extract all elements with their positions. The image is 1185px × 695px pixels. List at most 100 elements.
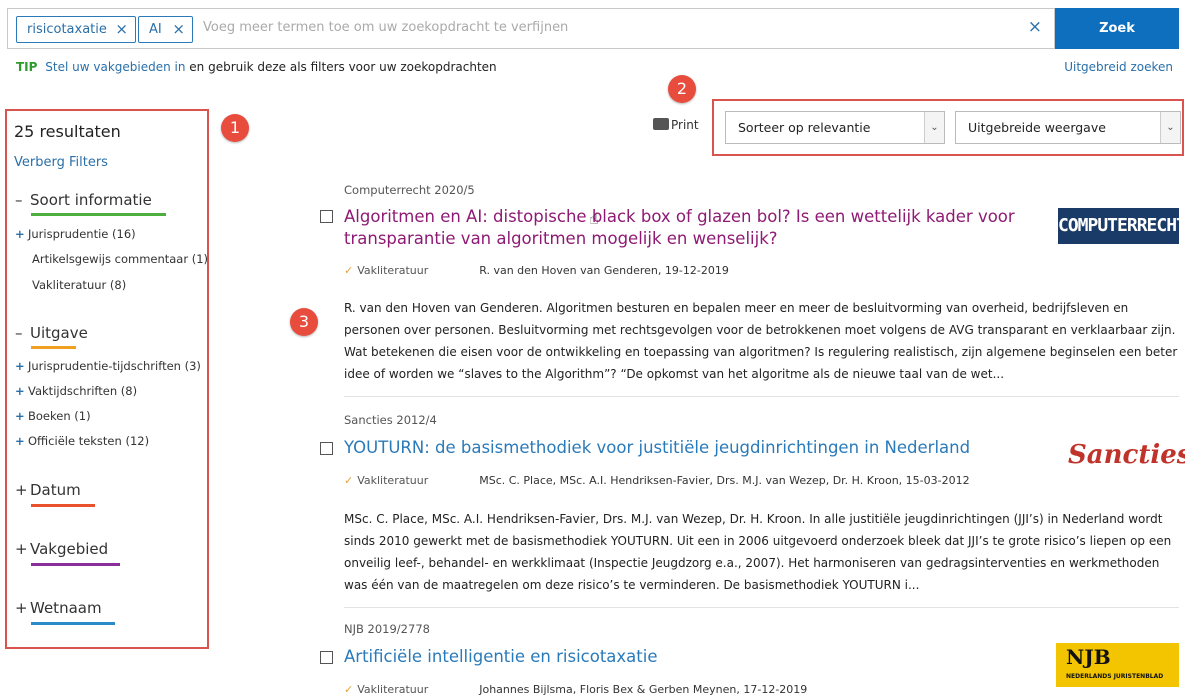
hide-filters-link[interactable]: Verberg Filters (14, 155, 108, 170)
facet-item-officiele-teksten[interactable]: + Officiële teksten (12) (15, 434, 149, 448)
hand-cursor-icon: ☝ (589, 209, 599, 228)
facet-wetnaam[interactable]: + Wetnaam (15, 599, 102, 617)
annotation-badge-1: 1 (221, 114, 249, 142)
sort-select[interactable]: Sorteer op relevantie ⌄ (725, 111, 945, 144)
result-authors: Johannes Bijlsma, Floris Bex & Gerben Me… (479, 683, 808, 695)
result-title-line: Algoritmen en AI: distopische black box … (344, 207, 1015, 226)
collapse-icon: – (15, 324, 23, 342)
facet-underline (31, 563, 120, 566)
chevron-down-icon: ⌄ (1160, 112, 1180, 143)
result-snippet: R. van den Hoven van Genderen. Algoritme… (344, 301, 1178, 381)
logo-subtext: NEDERLANDS JURISTENBLAD (1066, 673, 1164, 680)
sort-value: Sorteer op relevantie (738, 120, 871, 135)
search-input[interactable]: Voeg meer termen toe om uw zoekopdracht … (203, 20, 568, 35)
computerrecht-logo: COMPUTERRECHT (1058, 208, 1185, 244)
facet-item-label: Jurisprudentie-tijdschriften (28, 359, 181, 373)
facet-item-label: Vaktijdschriften (28, 384, 118, 398)
result-checkbox[interactable] (320, 210, 333, 223)
result-checkbox[interactable] (320, 442, 333, 455)
facet-item-label: Officiële teksten (28, 434, 122, 448)
result-type: Vakliteratuur (357, 683, 429, 695)
result-meta: ✓ Vakliteratuur Johannes Bijlsma, Floris B… (344, 683, 807, 695)
facet-datum[interactable]: + Datum (15, 481, 81, 499)
facet-uitgave[interactable]: – Uitgave (15, 324, 88, 342)
result-source: NJB 2019/2778 (344, 622, 430, 636)
print-label: Print (671, 118, 699, 132)
annotation-badge-2: 2 (668, 75, 696, 103)
search-button[interactable]: Zoek (1055, 8, 1179, 49)
result-checkbox[interactable] (320, 651, 333, 664)
view-value: Uitgebreide weergave (968, 120, 1106, 135)
tip-tag: TIP (16, 60, 38, 74)
filter-panel: 25 resultaten Verberg Filters – Soort inf… (5, 109, 209, 649)
result-meta: ✓ Vakliteratuur R. van den Hoven van Gende… (344, 264, 729, 277)
logo-text: NJB (1066, 645, 1111, 669)
view-select[interactable]: Uitgebreide weergave ⌄ (955, 111, 1181, 144)
facet-item-count: (12) (125, 434, 150, 448)
tip-text: en gebruik deze als filters voor uw zoek… (189, 60, 497, 74)
result-type: Vakliteratuur (357, 264, 429, 277)
sancties-logo: Sancties (1068, 440, 1185, 470)
facet-underline (31, 504, 95, 507)
collapse-icon: – (15, 191, 23, 209)
facet-title: Vakgebied (30, 540, 109, 558)
result-title-line: YOUTURN: de basismethodiek voor justitië… (344, 438, 971, 457)
expand-icon[interactable]: + (15, 227, 28, 241)
pencil-icon: ✓ (344, 683, 354, 695)
facet-item-vaktijdschriften[interactable]: + Vaktijdschriften (8) (15, 384, 137, 398)
facet-item-boeken[interactable]: + Boeken (1) (15, 409, 91, 423)
facet-item-count: (3) (184, 359, 201, 373)
expand-icon[interactable]: + (15, 384, 28, 398)
expand-icon[interactable]: + (15, 359, 28, 373)
facet-item-count: (16) (112, 227, 136, 241)
chip-label: risicotaxatie (27, 22, 107, 37)
pencil-icon: ✓ (344, 264, 354, 277)
result-authors: R. van den Hoven van Genderen, 19-12-201… (479, 264, 729, 277)
facet-item-vakliteratuur[interactable]: Vakliteratuur (8) (15, 278, 126, 292)
clear-search-icon[interactable]: × (1028, 17, 1042, 37)
result-title-link[interactable]: YOUTURN: de basismethodiek voor justitië… (344, 437, 970, 459)
printer-icon (653, 118, 669, 130)
sort-controls: Sorteer op relevantie ⌄ Uitgebreide weer… (712, 99, 1184, 156)
expand-icon[interactable]: + (15, 409, 28, 423)
result-source: Computerrecht 2020/5 (344, 183, 475, 197)
search-bar: risicotaxatie × AI × Voeg meer termen to… (7, 8, 1055, 49)
result-title-line: Artificiële intelligentie en risicotaxat… (344, 647, 658, 666)
facet-soort-informatie[interactable]: – Soort informatie (15, 191, 152, 209)
facet-item-count: (1) (191, 252, 209, 266)
chip-label: AI (149, 22, 162, 37)
facet-item-label: Boeken (28, 409, 71, 423)
expand-icon: + (15, 481, 28, 499)
advanced-search-link[interactable]: Uitgebreid zoeken (1064, 60, 1173, 74)
result-title-link[interactable]: Algoritmen en AI: distopische black box … (344, 206, 1015, 250)
chevron-down-icon: ⌄ (924, 112, 944, 143)
facet-item-label: Jurisprudentie (28, 227, 109, 241)
facet-underline (31, 622, 115, 625)
result-snippet: MSc. C. Place, MSc. A.I. Hendriksen-Favi… (344, 512, 1172, 592)
result-count: 25 resultaten (14, 122, 121, 141)
facet-title: Datum (30, 481, 81, 499)
annotation-badge-3: 3 (290, 308, 318, 336)
result-divider (344, 396, 1179, 397)
result-type: Vakliteratuur (357, 474, 429, 487)
expand-icon[interactable]: + (15, 434, 28, 448)
njb-logo: NJB NEDERLANDS JURISTENBLAD (1056, 643, 1179, 687)
result-title-link[interactable]: Artificiële intelligentie en risicotaxat… (344, 646, 657, 668)
search-chip-ai[interactable]: AI × (138, 16, 193, 43)
facet-item-label: Artikelsgewijs commentaar (32, 252, 189, 266)
facet-vakgebied[interactable]: + Vakgebied (15, 540, 108, 558)
remove-chip-icon[interactable]: × (115, 17, 128, 42)
tip-line: TIP Stel uw vakgebieden in en gebruik de… (16, 60, 497, 74)
facet-item-count: (8) (109, 278, 127, 292)
print-button[interactable]: Print (653, 118, 699, 132)
search-chip-risicotaxatie[interactable]: risicotaxatie × (16, 16, 136, 43)
facet-underline (31, 213, 166, 216)
set-practice-areas-link[interactable]: Stel uw vakgebieden in (45, 60, 185, 74)
facet-item-jurisprudentie-tijdschriften[interactable]: + Jurisprudentie-tijdschriften (3) (15, 359, 201, 373)
facet-underline (31, 346, 76, 349)
facet-item-artikelsgewijs[interactable]: Artikelsgewijs commentaar (1) (15, 252, 208, 266)
facet-item-jurisprudentie[interactable]: + Jurisprudentie (16) (15, 227, 136, 241)
remove-chip-icon[interactable]: × (172, 17, 185, 42)
result-title-line: transparantie van algoritmen mogelijk en… (344, 229, 778, 248)
result-divider (344, 607, 1179, 608)
